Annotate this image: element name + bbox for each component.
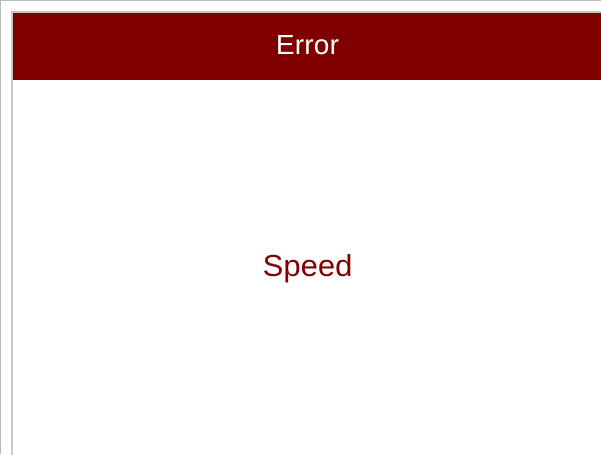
dialog-header: Error [13, 13, 601, 80]
dialog-body: Speed [13, 80, 601, 455]
dialog-title: Error [275, 28, 340, 60]
screen-frame: Error Speed [0, 0, 601, 455]
error-dialog: Error Speed [11, 11, 601, 455]
error-message: Speed [262, 248, 353, 283]
